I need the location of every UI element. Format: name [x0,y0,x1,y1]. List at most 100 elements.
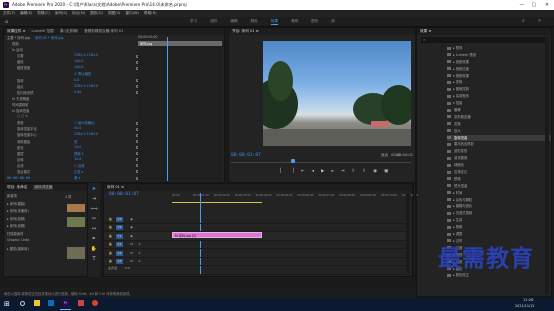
ec-property-value[interactable]: 源 ▾ [74,175,80,180]
effects-tree-item[interactable]: ▸ 时间 [447,190,551,197]
step-back-icon[interactable]: ◂ [312,169,314,174]
track-target-label[interactable]: V3 [116,216,123,222]
track-row[interactable]: 🔒 V3 ◉ [104,215,409,224]
close-button[interactable]: ✕ [541,1,553,9]
track-row[interactable]: 🔒 V2 ◉ [104,224,409,232]
effects-tree-item[interactable]: ▸ 杂色与颗粒 [447,197,551,204]
effects-tree-item[interactable]: 旋转扭曲 [447,134,551,142]
project-list-item[interactable]: ▸ 图形(媒体库) [7,246,65,254]
track-visibility-icon[interactable]: ◉ [129,217,134,222]
timeline-ruler[interactable]: 00:00 00:00:01:00 00:00:02:00 00:00:03:00 00… [172,194,418,202]
ec-property-value[interactable]: 50.0 [74,126,81,130]
app-icon-orange[interactable] [92,300,98,306]
project-panel-title[interactable]: 项目: 未命名 [7,185,27,190]
timeline-title[interactable]: 序列 01 ≡ [107,185,124,190]
sequence-clip-label[interactable]: 序列 01 * 序列.jpg [35,36,63,40]
program-zoom-select[interactable]: 适合 [381,153,388,158]
effects-tree-item[interactable]: 偏移 [447,107,551,114]
ec-property-value[interactable]: ☑ 等比缩放 [74,71,91,76]
track-mute-icon[interactable]: M [129,242,134,247]
ec-property-value[interactable]: 2284.0 1364.0 [74,84,98,88]
effects-tree-item[interactable]: ▾ 扭曲 [447,100,551,107]
effects-tree-item[interactable]: ▸ 预设 [447,45,551,52]
workspace-libraries[interactable]: 库 [331,19,335,25]
track-lock-icon[interactable]: 🔒 [108,217,113,222]
effects-tree-item[interactable]: ▸ 沉浸式视频 [447,210,551,217]
mark-in-icon[interactable]: ▏ [280,169,283,174]
menu-edit[interactable]: 编辑(E) [20,11,32,16]
ec-property-value[interactable]: 0.00 [74,90,81,94]
comparison-view-icon[interactable]: ▣ [384,169,388,174]
ec-property-value[interactable]: 正常 ▾ [74,169,83,174]
effects-tree-item[interactable]: ▸ 颜色校正 [447,272,551,279]
track-solo-icon[interactable] [137,217,142,222]
track-solo-icon[interactable] [137,225,142,230]
home-icon[interactable]: ⌂ [5,19,8,25]
hand-tool-icon[interactable]: ✋ [91,246,98,253]
premiere-taskbar-icon[interactable]: Pr [62,299,69,307]
ec-playhead[interactable] [167,37,168,181]
ec-property-value[interactable]: 100.0 [74,59,83,63]
tab-media-browser[interactable]: 媒体浏览器 [33,185,54,190]
track-solo-icon[interactable]: S [137,251,142,256]
effects-tree-item[interactable]: 变形稳定器 [447,114,551,121]
effects-tree-item[interactable]: ▸ 调整 [447,231,551,238]
project-list-item[interactable]: ▸ 序列(模拟) [7,201,65,209]
effects-tree-item[interactable]: 放大 [447,128,551,135]
edge-browser-icon[interactable] [48,300,54,306]
effects-tree-item[interactable]: 湍流置换 [447,155,551,162]
track-target-label[interactable]: A3 [116,259,123,264]
ripple-edit-tool-icon[interactable]: ⟺ [91,206,98,213]
timeline-timecode[interactable]: 00:00:01:07 [109,192,139,197]
track-row[interactable]: 🔒 A2 M S [104,249,409,258]
menu-graphics[interactable]: 图形(G) [90,11,103,16]
ec-property-value[interactable]: 低 [74,139,77,144]
effects-tree-item[interactable]: ▸ 实用程序 [447,93,551,100]
track-solo-icon[interactable]: S [137,242,142,247]
project-list-item[interactable]: 新建项 [7,193,65,201]
thumb-mp4[interactable] [67,247,85,259]
effects-tree-item[interactable]: 球面化 [447,162,551,169]
project-list-item[interactable]: Graphic Links [7,238,65,246]
workspace-learn[interactable]: 学习 [190,19,197,25]
minimize-button[interactable]: — [516,1,528,9]
program-playhead[interactable] [291,159,295,163]
tab-effect-controls[interactable]: 效果控件 ≡ [7,29,26,34]
program-timecode-current[interactable]: 00:00:01:07 [231,153,261,158]
ec-property-value[interactable]: 100.0 [74,65,83,69]
lift-icon[interactable]: ⇧ [352,169,356,174]
thumb-jpg[interactable] [67,217,85,227]
thumb-sequence[interactable] [67,204,85,212]
project-list-item[interactable]: 扫描原素材 [7,231,65,239]
pen-tool-icon[interactable]: ✒ [91,236,98,243]
ec-property-value[interactable]: 2284.0 1364.0 [74,53,98,57]
effects-tree-item[interactable]: ▸ 音频过渡 [447,66,551,73]
effects-tree-item[interactable]: 镜像 [447,176,551,183]
tab-audio-mixer[interactable]: 音频剪辑混合器:序列 01 [84,29,123,34]
timeline-clip[interactable]: fx 序列.jpg [V] [172,232,262,238]
track-mute-icon[interactable]: M [129,259,134,264]
maximize-button[interactable]: ▢ [528,1,540,9]
track-target-label[interactable]: A2 [116,250,123,256]
windows-start-icon[interactable]: ⊞ [4,300,10,308]
effects-tree-item[interactable]: ▸ 生成 [447,217,551,224]
program-scrub-bar[interactable] [231,162,411,163]
track-row[interactable]: 🔒 A1 M S [104,241,409,249]
file-explorer-icon[interactable] [34,300,40,306]
export-frame-icon[interactable]: ◉ [373,169,377,174]
effects-tree-item[interactable]: 镜头扭曲 [447,183,551,190]
tab-source[interactable]: 源:(无剪辑) [60,29,78,34]
master-track-value[interactable]: 0.0 [125,266,130,270]
track-select-tool-icon[interactable]: ⇥ [91,196,98,203]
go-to-out-icon[interactable]: ⇥ [341,169,345,174]
type-tool-icon[interactable]: T [91,256,98,263]
workspace-audio[interactable]: 音频 [291,19,298,25]
workspace-editing[interactable]: 编辑 [230,19,237,25]
tab-lumetri-scopes[interactable]: Lumetri 范围 [32,29,54,34]
track-solo-icon[interactable]: S [137,259,142,264]
menu-help[interactable]: 帮助(H) [144,11,157,16]
work-area-bar[interactable] [172,202,262,203]
effects-tree-item[interactable]: ▸ Lumetri 预设 [447,52,551,59]
play-icon[interactable]: ▶ [321,169,324,174]
menu-window[interactable]: 窗口(W) [125,11,139,16]
